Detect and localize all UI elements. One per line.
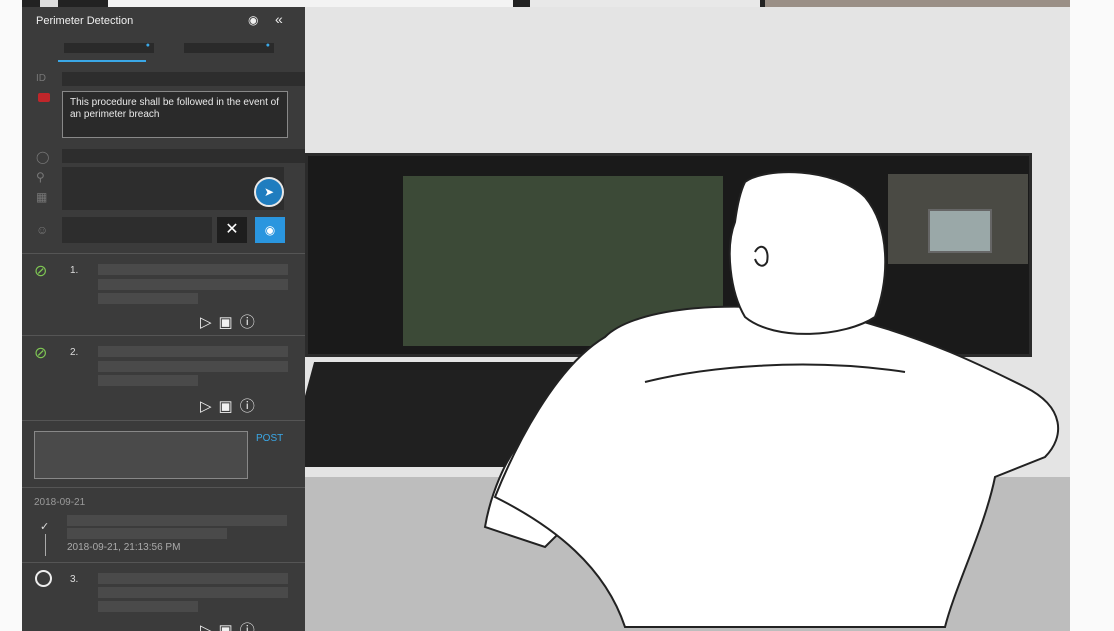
- tab-first[interactable]: ●: [64, 42, 154, 53]
- camera-small-icon: ◯: [36, 150, 50, 164]
- divider: [22, 335, 305, 336]
- send-button[interactable]: ➤: [254, 177, 284, 207]
- play-icon[interactable]: ▷: [200, 398, 219, 415]
- operator-figure: [483, 171, 1059, 628]
- step-text-line: [98, 375, 198, 386]
- step-text-line: [98, 279, 288, 290]
- step-text-line: [98, 293, 198, 304]
- log-date: 2018-09-21: [34, 497, 86, 508]
- operator-illustration: [305, 7, 1070, 631]
- checkmark-icon: ✓: [40, 521, 50, 533]
- step-text-line: [98, 601, 198, 612]
- post-comment-field[interactable]: [34, 431, 248, 479]
- step-number: 1.: [70, 265, 79, 276]
- page-margin-left: [0, 0, 22, 631]
- page-margin-right: [1070, 0, 1114, 631]
- assign-button[interactable]: ◉: [255, 217, 285, 243]
- media-icon[interactable]: ▣: [219, 314, 240, 331]
- step-text-line: [98, 346, 288, 357]
- strip-thumb: [765, 0, 1114, 7]
- alert-icon: [38, 93, 50, 102]
- user-icon: ☺: [36, 223, 49, 237]
- panel-title: Perimeter Detection: [36, 15, 134, 27]
- play-icon[interactable]: ▷: [200, 622, 219, 631]
- step-number: 3.: [70, 574, 79, 585]
- timeline-line: [45, 534, 46, 556]
- assignee-field[interactable]: [62, 217, 212, 243]
- pending-circle-icon: [35, 570, 52, 587]
- info-icon[interactable]: ⓘ: [240, 398, 262, 415]
- divider: [22, 562, 305, 563]
- divider: [22, 253, 305, 254]
- divider: [22, 420, 305, 421]
- step-text-line: [98, 264, 288, 275]
- step-text-line: [98, 573, 288, 584]
- step-text-line: [98, 361, 288, 372]
- tab-second[interactable]: ●: [184, 42, 274, 53]
- step-actions: ▷▣ⓘ: [200, 619, 262, 631]
- tab-indicator-icon: ●: [265, 42, 270, 49]
- location-icon: ⚲: [36, 170, 45, 184]
- camera-icon[interactable]: ◉: [248, 13, 258, 27]
- tab-indicator-icon: ●: [145, 42, 150, 49]
- panel-header: Perimeter Detection ◉ «: [22, 7, 305, 31]
- media-icon[interactable]: ▣: [219, 622, 240, 631]
- id-field[interactable]: [62, 72, 305, 86]
- check-circle-icon: ⊘: [34, 345, 48, 362]
- play-icon[interactable]: ▷: [200, 314, 219, 331]
- check-circle-icon: ⊘: [34, 263, 48, 280]
- procedure-panel: Perimeter Detection ◉ « ● ● ID This proc…: [22, 7, 305, 631]
- collapse-icon[interactable]: «: [275, 11, 283, 27]
- id-label: ID: [36, 73, 46, 84]
- camera-field[interactable]: [62, 149, 305, 163]
- info-icon[interactable]: ⓘ: [240, 314, 262, 331]
- divider: [22, 487, 305, 488]
- strip-thumb: [530, 0, 760, 7]
- comment-field[interactable]: [62, 167, 284, 210]
- log-text-line: [67, 515, 287, 526]
- info-icon[interactable]: ⓘ: [240, 622, 262, 631]
- description-field[interactable]: This procedure shall be followed in the …: [62, 91, 288, 138]
- log-timestamp: 2018-09-21, 21:13:56 PM: [67, 542, 181, 553]
- clear-button[interactable]: ✕: [217, 217, 247, 243]
- post-button[interactable]: POST: [256, 433, 283, 444]
- media-icon[interactable]: ▣: [219, 398, 240, 415]
- top-image-strip: [0, 0, 1114, 7]
- step-number: 2.: [70, 347, 79, 358]
- active-tab-underline: [58, 60, 146, 62]
- step-actions: ▷▣ⓘ: [200, 311, 262, 332]
- step-actions: ▷▣ⓘ: [200, 395, 262, 416]
- grid-icon: ▦: [36, 190, 48, 204]
- step-text-line: [98, 587, 288, 598]
- strip-thumb: [108, 0, 513, 7]
- log-text-line: [67, 528, 227, 539]
- strip-thumb: [40, 0, 58, 7]
